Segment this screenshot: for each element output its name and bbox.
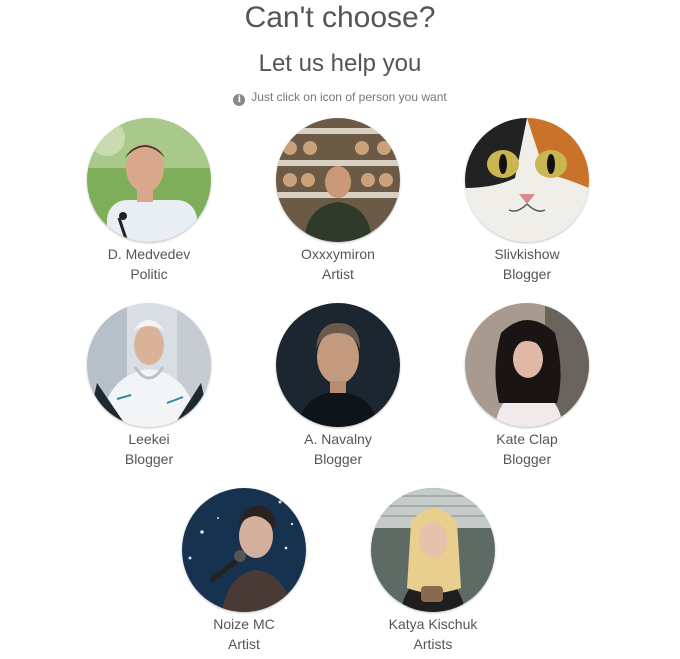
person-name: Leekei xyxy=(128,431,170,447)
avatar-katya-kischuk[interactable] xyxy=(371,488,495,612)
person-role: Blogger xyxy=(502,266,552,282)
person-card-noize-mc[interactable]: Noize MC Artist xyxy=(179,488,309,654)
page-title: Can't choose? xyxy=(244,1,436,34)
page-subtitle: Let us help you xyxy=(258,50,422,77)
hint: i Just click on icon of person you want xyxy=(0,88,680,106)
avatar-kate-clap[interactable] xyxy=(465,303,589,427)
portrait-image xyxy=(465,303,589,427)
avatar-medvedev[interactable] xyxy=(87,118,211,242)
person-role: Artists xyxy=(413,636,453,652)
person-role: Blogger xyxy=(313,451,363,467)
hint-text: Just click on icon of person you want xyxy=(251,90,447,104)
person-role: Artist xyxy=(322,266,354,282)
person-role: Artist xyxy=(228,636,260,652)
person-card-kate-clap[interactable]: Kate Clap Blogger xyxy=(462,303,592,469)
person-card-navalny[interactable]: A. Navalny Blogger xyxy=(273,303,403,469)
avatar-noize-mc[interactable] xyxy=(182,488,306,612)
person-card-oxxxymiron[interactable]: Oxxxymiron Artist xyxy=(273,118,403,284)
avatar-oxxxymiron[interactable] xyxy=(276,118,400,242)
person-name: A. Navalny xyxy=(304,431,372,447)
portrait-image xyxy=(87,118,211,242)
portrait-image xyxy=(276,303,400,427)
person-name: Katya Kischuk xyxy=(388,616,478,632)
person-card-slivkishow[interactable]: Slivkishow Blogger xyxy=(462,118,592,284)
portrait-image xyxy=(371,488,495,612)
portrait-image xyxy=(276,118,400,242)
person-name: Oxxxymiron xyxy=(301,246,375,262)
avatar-leekei[interactable] xyxy=(87,303,211,427)
person-name: Kate Clap xyxy=(496,431,558,447)
person-name: Noize MC xyxy=(213,616,275,632)
person-card-leekei[interactable]: Leekei Blogger xyxy=(84,303,214,469)
avatar-navalny[interactable] xyxy=(276,303,400,427)
portrait-image xyxy=(87,303,211,427)
person-role: Blogger xyxy=(124,451,174,467)
person-card-medvedev[interactable]: D. Medvedev Politic xyxy=(84,118,214,284)
person-name: Slivkishow xyxy=(494,246,560,262)
portrait-image xyxy=(465,118,589,242)
page: Can't choose? Let us help you i Just clic… xyxy=(0,0,680,659)
avatar-slivkishow[interactable] xyxy=(465,118,589,242)
person-role: Politic xyxy=(130,266,168,282)
person-name: D. Medvedev xyxy=(107,246,191,262)
portrait-image xyxy=(182,488,306,612)
person-card-katya-kischuk[interactable]: Katya Kischuk Artists xyxy=(368,488,498,654)
person-role: Blogger xyxy=(502,451,552,467)
info-icon: i xyxy=(233,94,246,106)
